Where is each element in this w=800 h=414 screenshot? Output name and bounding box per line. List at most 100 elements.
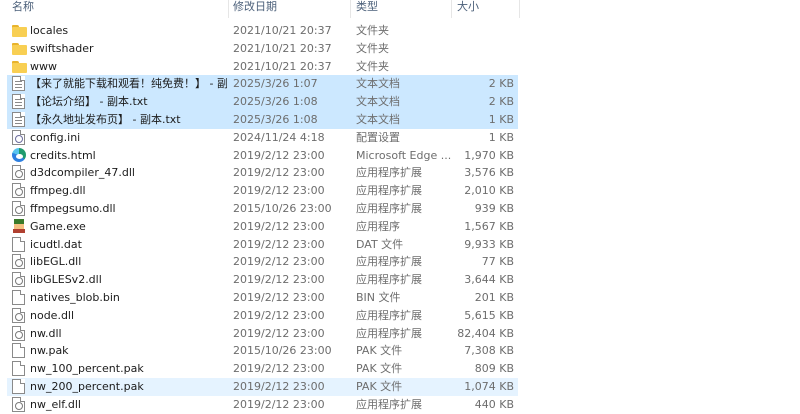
- file-row[interactable]: natives_blob.bin 2019/2/12 23:00 BIN 文件 201…: [7, 289, 518, 307]
- column-header-size[interactable]: 大小: [457, 0, 479, 18]
- file-date-modified: 2019/2/12 23:00: [233, 308, 325, 322]
- file-row[interactable]: locales 2021/10/21 20:37 文件夹: [7, 22, 518, 40]
- file-date-modified: 2019/2/12 23:00: [233, 255, 325, 269]
- file-row[interactable]: icudtl.dat 2019/2/12 23:00 DAT 文件 9,933 KB: [7, 236, 518, 254]
- file-row[interactable]: Game.exe 2019/2/12 23:00 应用程序 1,567 KB: [7, 218, 518, 236]
- column-header-name[interactable]: 名称: [12, 0, 34, 18]
- file-row[interactable]: config.ini 2024/11/24 4:18 配置设置 1 KB: [7, 129, 518, 147]
- file-size: 77 KB: [481, 255, 514, 269]
- file-name: swiftshader: [30, 41, 94, 55]
- file-size: [451, 40, 514, 58]
- file-date-modified: 2019/2/12 23:00: [233, 273, 325, 287]
- blank-file-icon: [12, 379, 25, 394]
- file-row[interactable]: 【论坛介绍】 - 副本.txt 2025/3/26 1:08 文本文档 2 KB: [7, 93, 518, 111]
- file-row[interactable]: ffmpeg.dll 2019/2/12 23:00 应用程序扩展 2,010 KB: [7, 182, 518, 200]
- file-size: 2 KB: [488, 95, 514, 109]
- dll-file-icon: [12, 307, 25, 323]
- file-row[interactable]: 【永久地址发布页】 - 副本.txt 2025/3/26 1:08 文本文档 1 KB: [7, 111, 518, 129]
- file-type: PAK 文件: [356, 380, 403, 393]
- text-file-icon: [12, 112, 25, 127]
- column-header-date[interactable]: 修改日期: [233, 0, 277, 18]
- file-name: 【来了就能下载和观看！纯免费！】 - 副...: [30, 77, 227, 91]
- file-date-modified: 2021/10/21 20:37: [233, 24, 332, 37]
- file-size: 2,010 KB: [464, 184, 514, 198]
- file-row[interactable]: node.dll 2019/2/12 23:00 应用程序扩展 5,615 KB: [7, 307, 518, 325]
- file-date-modified: 2024/11/24 4:18: [233, 130, 325, 144]
- file-row[interactable]: swiftshader 2021/10/21 20:37 文件夹: [7, 40, 518, 58]
- file-type: 文本文档: [356, 95, 400, 109]
- file-size: 440 KB: [474, 397, 514, 411]
- file-type: 应用程序扩展: [356, 202, 422, 215]
- blank-file-icon: [12, 361, 25, 377]
- dll-file-icon: [12, 165, 25, 181]
- edge-icon: [12, 147, 26, 162]
- file-size: 1 KB: [488, 130, 514, 144]
- game-exe-icon: [12, 218, 26, 233]
- file-date-modified: 2019/2/12 23:00: [233, 166, 325, 180]
- file-date-modified: 2019/2/12 23:00: [233, 397, 325, 411]
- file-name: 【论坛介绍】 - 副本.txt: [30, 95, 148, 109]
- file-date-modified: 2019/2/12 23:00: [233, 380, 325, 393]
- file-type: 应用程序扩展: [356, 326, 422, 340]
- file-name: libGLESv2.dll: [30, 273, 102, 287]
- file-size: 5,615 KB: [464, 308, 514, 322]
- dll-file-icon: [12, 396, 25, 412]
- text-file-icon: [12, 76, 25, 92]
- file-date-modified: 2019/2/12 23:00: [233, 184, 325, 198]
- column-divider[interactable]: [228, 0, 229, 18]
- folder-icon: [12, 60, 27, 73]
- file-row[interactable]: www 2021/10/21 20:37 文件夹: [7, 58, 518, 76]
- file-type: 应用程序扩展: [356, 308, 422, 322]
- file-size: 1,970 KB: [464, 148, 514, 162]
- file-date-modified: 2015/10/26 23:00: [233, 344, 332, 358]
- file-type: 文本文档: [356, 113, 400, 126]
- dll-file-icon: [12, 201, 25, 216]
- file-row[interactable]: libGLESv2.dll 2019/2/12 23:00 应用程序扩展 3,644 …: [7, 271, 518, 289]
- text-file-icon: [12, 94, 25, 110]
- file-type: PAK 文件: [356, 362, 403, 376]
- column-header-bar: 名称 修改日期 类型 大小: [0, 0, 800, 22]
- file-type: DAT 文件: [356, 237, 404, 251]
- file-row[interactable]: nw_200_percent.pak 2019/2/12 23:00 PAK 文件 1…: [7, 378, 518, 396]
- file-type: 应用程序扩展: [356, 166, 422, 180]
- file-type: 应用程序扩展: [356, 273, 422, 287]
- file-row[interactable]: credits.html 2019/2/12 23:00 Microsoft Edg…: [7, 147, 518, 165]
- file-name: www: [30, 59, 57, 73]
- file-date-modified: 2019/2/12 23:00: [233, 237, 325, 251]
- file-size: 9,933 KB: [464, 237, 514, 251]
- blank-file-icon: [12, 343, 25, 359]
- file-row[interactable]: nw.pak 2015/10/26 23:00 PAK 文件 7,308 KB: [7, 342, 518, 360]
- file-name: node.dll: [30, 308, 75, 322]
- file-row[interactable]: nw_elf.dll 2019/2/12 23:00 应用程序扩展 440 KB: [7, 396, 518, 414]
- file-date-modified: 2025/3/26 1:08: [233, 113, 318, 126]
- file-date-modified: 2025/3/26 1:08: [233, 95, 318, 109]
- file-date-modified: 2019/2/12 23:00: [233, 326, 325, 340]
- file-type: 文件夹: [356, 59, 389, 73]
- column-header-type[interactable]: 类型: [356, 0, 378, 18]
- config-file-icon: [12, 129, 25, 145]
- file-date-modified: 2019/2/12 23:00: [233, 291, 325, 304]
- file-type: Microsoft Edge ...: [356, 148, 451, 162]
- file-row[interactable]: libEGL.dll 2019/2/12 23:00 应用程序扩展 77 KB: [7, 253, 518, 271]
- file-name: locales: [30, 24, 69, 37]
- file-type: BIN 文件: [356, 291, 401, 304]
- file-row[interactable]: 【来了就能下载和观看！纯免费！】 - 副... 2025/3/26 1:07 文本文…: [7, 75, 518, 94]
- file-type: 文件夹: [356, 41, 389, 55]
- column-divider[interactable]: [519, 0, 520, 18]
- file-row[interactable]: d3dcompiler_47.dll 2019/2/12 23:00 应用程序扩展 3…: [7, 164, 518, 182]
- file-size: 1,074 KB: [464, 380, 514, 393]
- file-row[interactable]: ffmpegsumo.dll 2015/10/26 23:00 应用程序扩展 939 …: [7, 200, 518, 218]
- dll-file-icon: [12, 254, 25, 270]
- column-divider[interactable]: [451, 0, 452, 18]
- folder-icon: [12, 25, 27, 37]
- file-type: PAK 文件: [356, 344, 403, 358]
- file-row[interactable]: nw_100_percent.pak 2019/2/12 23:00 PAK 文件 8…: [7, 360, 518, 378]
- column-divider[interactable]: [350, 0, 351, 18]
- file-name: natives_blob.bin: [30, 291, 120, 304]
- file-date-modified: 2021/10/21 20:37: [233, 59, 332, 73]
- folder-icon: [12, 42, 27, 55]
- file-name: config.ini: [30, 130, 81, 144]
- file-row[interactable]: nw.dll 2019/2/12 23:00 应用程序扩展 82,404 KB: [7, 325, 518, 343]
- file-size: 201 KB: [474, 291, 514, 304]
- file-size: 7,308 KB: [464, 344, 514, 358]
